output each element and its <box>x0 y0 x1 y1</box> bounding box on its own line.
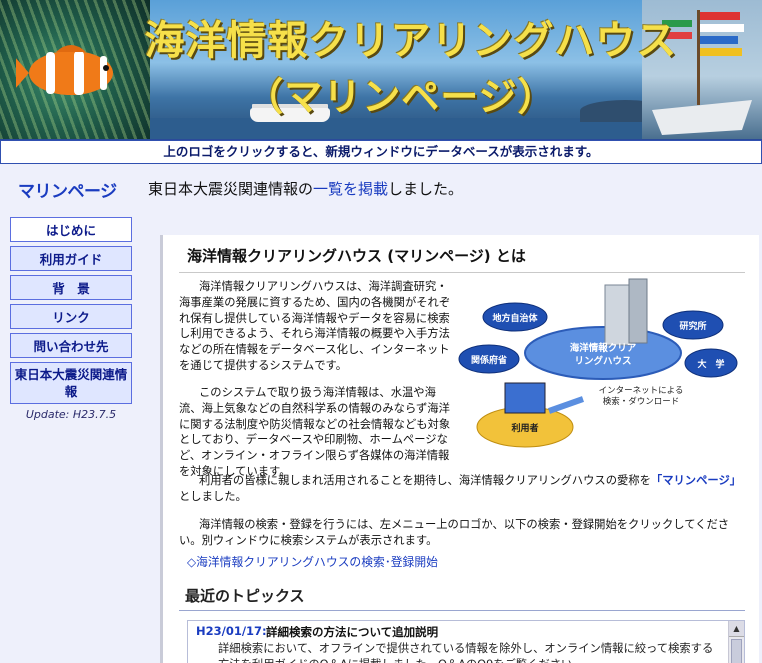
brand-logo[interactable]: マリンページ <box>18 177 117 202</box>
diagram-related: 関係府省 <box>471 354 507 366</box>
announcement: 東日本大震災関連情報の一覧を掲載しました。 <box>148 180 464 198</box>
nav-earthquake-info[interactable]: 東日本大震災関連情報 <box>10 362 132 404</box>
diagram-center-2: リングハウス <box>574 355 631 367</box>
intro-paragraph: 海洋情報クリアリングハウスは、海洋調査研究・海事産業の発展に資するため、国内の各… <box>179 280 451 372</box>
nav-guide[interactable]: 利用ガイド <box>10 246 132 271</box>
site-title: 海洋情報クリアリングハウス <box>144 18 678 64</box>
diagram-internet-1: インターネットによる <box>599 386 684 396</box>
topics-scrollbar[interactable]: ▲ <box>728 621 744 663</box>
nav-intro[interactable]: はじめに <box>10 217 132 242</box>
banner-logo[interactable]: 海洋情報クリアリングハウス （マリンページ） <box>0 0 762 141</box>
nav-contact[interactable]: 問い合わせ先 <box>10 333 132 358</box>
scope-paragraph: このシステムで取り扱う海洋情報は、水温や海流、海上気象などの自然科学系の情報のみ… <box>179 386 451 478</box>
search-start-link[interactable]: ◇海洋情報クリアリングハウスの検索･登録開始 <box>187 553 438 570</box>
nav-background[interactable]: 背 景 <box>10 275 132 300</box>
scroll-thumb[interactable] <box>731 639 742 663</box>
scroll-up-arrow-icon[interactable]: ▲ <box>729 621 744 637</box>
diagram-internet-2: 検索・ダウンロード <box>603 396 680 407</box>
search-instructions: 海洋情報の検索・登録を行うには、左メニュー上のロゴか、以下の検索・登録開始をクリ… <box>179 518 730 547</box>
diagram-center-1: 海洋情報クリア <box>570 342 637 354</box>
logo-notice: 上のロゴをクリックすると、新規ウィンドウにデータベースが表示されます。 <box>0 140 762 164</box>
sidebar-nav: はじめに 利用ガイド 背 景 リンク 問い合わせ先 東日本大震災関連情報 Upd… <box>10 217 132 421</box>
system-diagram: 地方自治体 研究所 関係府省 大 学 海洋情報クリア リングハウス インターネッ… <box>458 278 738 448</box>
site-subtitle: （マリンページ） <box>245 75 557 119</box>
main-content: 海洋情報クリアリングハウス (マリンページ) とは 海洋情報クリアリングハウスは… <box>163 235 759 663</box>
diagram-research: 研究所 <box>679 320 706 332</box>
topics-box[interactable]: H23/01/17: 詳細検索の方法について追加説明 詳細検索において、オフライ… <box>187 620 745 663</box>
earthquake-list-link[interactable]: 一覧を掲載 <box>313 180 388 198</box>
nav-links[interactable]: リンク <box>10 304 132 329</box>
nickname-paragraph: 利用者の皆様に親しまれ活用されることを期待し、海洋情報クリアリングハウスの愛称を… <box>179 474 742 503</box>
update-date: Update: H23.7.5 <box>25 408 117 421</box>
section-heading-topics: 最近のトピックス <box>185 587 305 605</box>
topic-title: 詳細検索の方法について追加説明 <box>266 625 439 639</box>
section-heading-about: 海洋情報クリアリングハウス (マリンページ) とは <box>187 247 526 265</box>
diagram-local-gov: 地方自治体 <box>492 312 538 324</box>
diagram-user: 利用者 <box>510 422 538 434</box>
diagram-university: 大 学 <box>697 358 724 370</box>
divider <box>179 610 745 611</box>
nickname-highlight: 「マリンページ」 <box>650 474 742 487</box>
topic-body: 詳細検索において、オフラインで提供されている情報を除外し、オンライン情報に絞って… <box>218 642 714 663</box>
topic-date: H23/01/17: <box>196 624 267 638</box>
